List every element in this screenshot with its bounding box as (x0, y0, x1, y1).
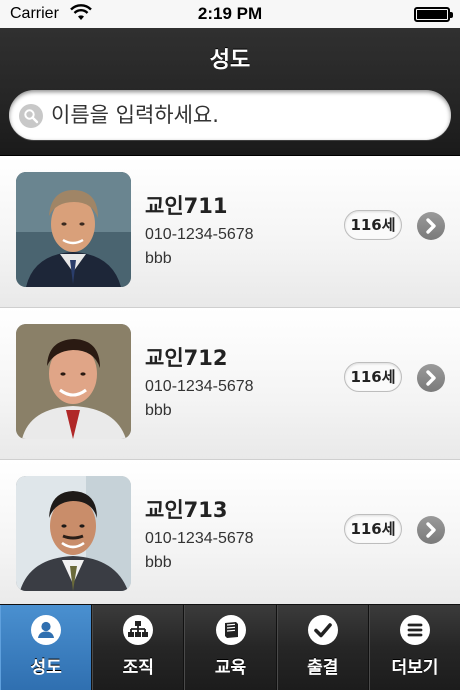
tab-label: 교육 (214, 658, 247, 678)
member-note: bbb (145, 250, 172, 267)
tab-organization[interactable]: 조직 (92, 605, 185, 690)
search-input[interactable] (51, 98, 431, 132)
member-photo (16, 172, 131, 287)
org-chart-icon (123, 615, 154, 645)
member-name: 교인713 (145, 498, 228, 522)
member-name: 교인711 (145, 194, 228, 218)
search-icon (19, 104, 43, 128)
search-box[interactable] (9, 90, 451, 140)
member-photo (16, 324, 131, 439)
tab-label: 조직 (122, 658, 154, 678)
member-phone: 010-1234-5678 (145, 226, 254, 243)
tab-label: 성도 (30, 658, 62, 678)
status-bar: Carrier 2:19 PM (0, 0, 460, 28)
tab-attendance[interactable]: 출결 (276, 605, 369, 690)
age-badge: 116세 (344, 514, 402, 544)
clock: 2:19 PM (197, 4, 263, 23)
chevron-right-icon[interactable] (417, 212, 445, 240)
member-phone: 010-1234-5678 (145, 378, 254, 395)
chevron-right-icon[interactable] (417, 364, 445, 392)
page-title: 성도 (209, 48, 251, 73)
age-badge: 116세 (344, 362, 402, 392)
member-name: 교인712 (145, 346, 228, 370)
tab-members[interactable]: 성도 (0, 605, 93, 690)
member-row[interactable]: 교인712 010-1234-5678 bbb 116세 (0, 308, 460, 460)
menu-icon (399, 615, 430, 645)
member-row[interactable]: 교인711 010-1234-5678 bbb 116세 (0, 156, 460, 308)
book-icon (215, 615, 246, 645)
tab-label: 더보기 (391, 658, 439, 678)
battery-icon (414, 7, 453, 22)
age-badge: 116세 (344, 210, 402, 240)
member-phone: 010-1234-5678 (145, 530, 254, 547)
member-note: bbb (145, 554, 172, 571)
member-row[interactable]: 교인713 010-1234-5678 bbb 116세 (0, 460, 460, 604)
chevron-right-icon[interactable] (417, 516, 445, 544)
tab-education[interactable]: 교육 (184, 605, 277, 690)
member-note: bbb (145, 402, 172, 419)
member-photo (16, 476, 131, 591)
tab-bar: 성도 조직 교육 출결 더보기 (0, 604, 460, 690)
tab-more[interactable]: 더보기 (368, 605, 460, 690)
tab-label: 출결 (307, 658, 339, 678)
nav-header: 성도 (0, 28, 460, 156)
check-icon (307, 615, 338, 645)
member-list: 교인711 010-1234-5678 bbb 116세 교인712 010-1… (0, 156, 460, 604)
person-icon (31, 615, 62, 645)
